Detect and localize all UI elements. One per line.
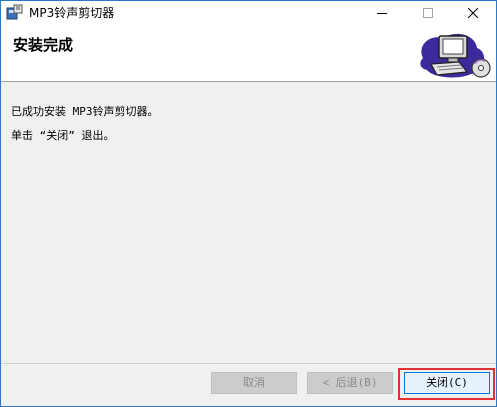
installer-app-icon	[6, 4, 23, 21]
installer-window: MP3铃声剪切器 安装完成 已成功安装 MP3铃声剪切器。 单击 “关闭” 退出…	[0, 0, 497, 407]
header-banner: 安装完成	[1, 25, 496, 82]
computer-disc-icon	[415, 28, 493, 80]
back-button: < 后退(B)	[307, 372, 393, 394]
window-title: MP3铃声剪切器	[29, 6, 115, 20]
cancel-button: 取消	[211, 372, 297, 394]
close-window-button[interactable]	[450, 1, 496, 25]
button-bar: 取消 < 后退(B) 关闭(C)	[1, 363, 496, 406]
close-icon	[468, 8, 478, 18]
exit-instruction-message: 单击 “关闭” 退出。	[11, 129, 115, 142]
minimize-icon	[377, 13, 387, 14]
maximize-button	[405, 1, 451, 25]
maximize-icon	[423, 8, 433, 18]
title-bar[interactable]: MP3铃声剪切器	[1, 1, 496, 25]
minimize-button[interactable]	[359, 1, 405, 25]
install-success-message: 已成功安装 MP3铃声剪切器。	[11, 105, 159, 118]
content-area: 已成功安装 MP3铃声剪切器。 单击 “关闭” 退出。	[1, 83, 496, 363]
page-title: 安装完成	[13, 36, 74, 54]
close-button[interactable]: 关闭(C)	[404, 372, 490, 394]
